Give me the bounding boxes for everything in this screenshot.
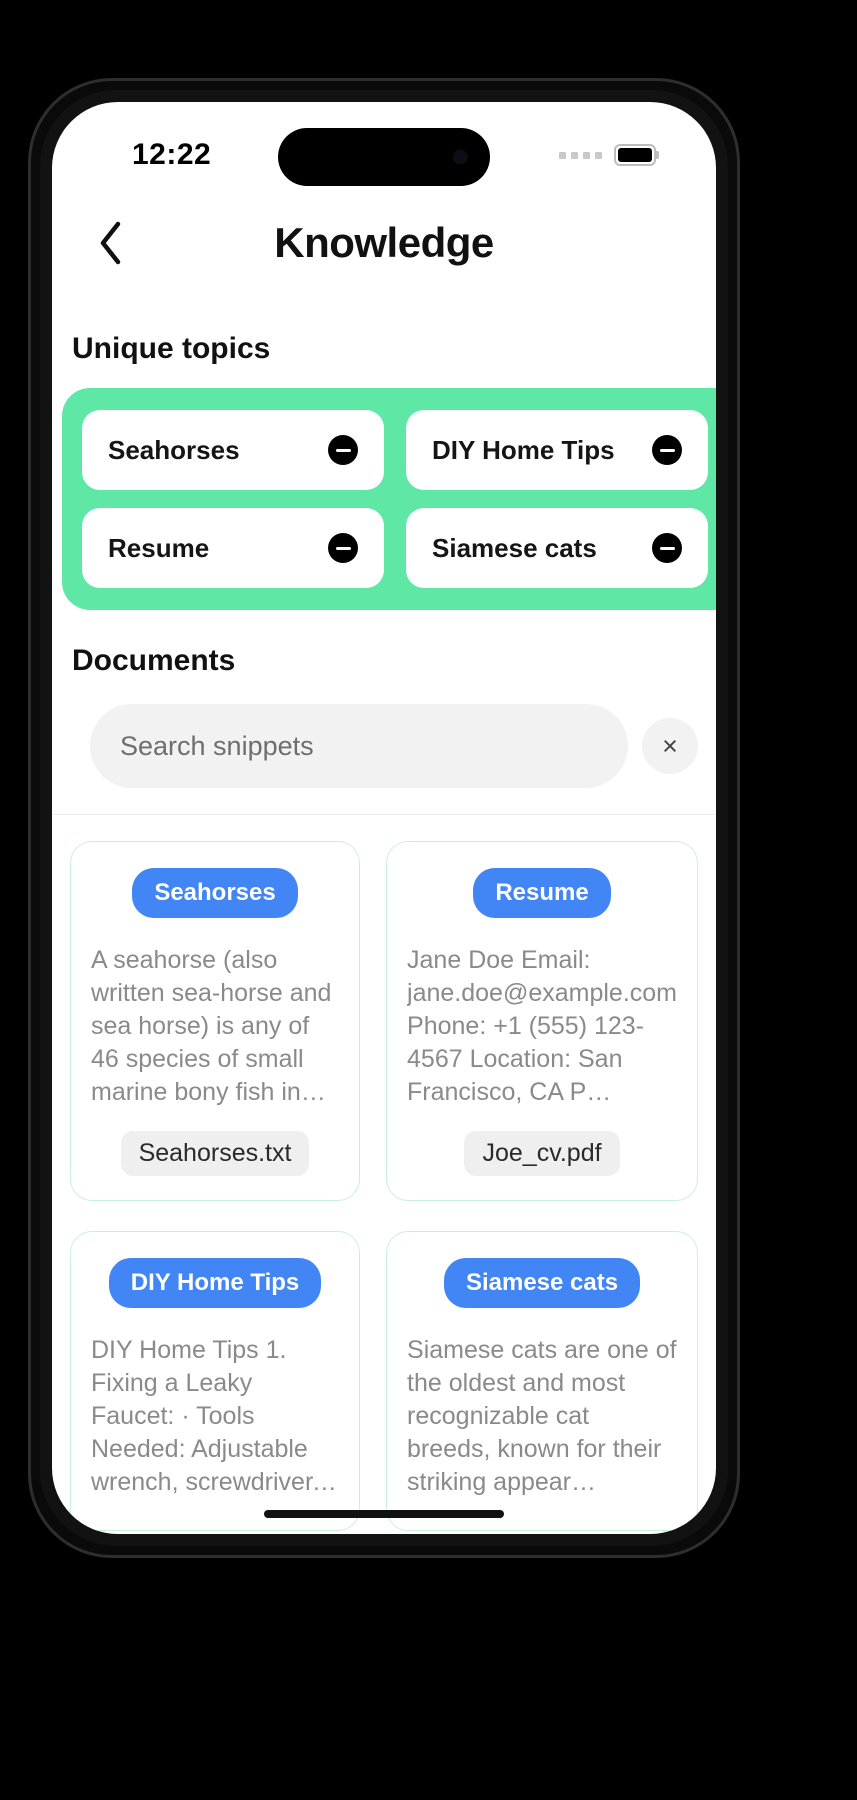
document-snippet: DIY Home Tips 1. Fixing a Leaky Faucet: … (91, 1336, 319, 1496)
document-topic-badge: Seahorses (132, 868, 298, 918)
document-topic-badge: DIY Home Tips (108, 1258, 322, 1308)
topic-chip[interactable]: Resume (82, 508, 384, 588)
dynamic-island (278, 128, 490, 186)
navigation-bar: Knowledge (52, 188, 716, 298)
topic-label: Seahorses (108, 434, 240, 465)
page-title: Knowledge (274, 219, 494, 266)
document-filename: Seahorses.txt (120, 1131, 310, 1176)
topic-chip[interactable]: Siamese cats (406, 508, 708, 588)
home-indicator[interactable] (264, 1510, 504, 1518)
signal-dots-icon (559, 151, 602, 159)
status-bar: 12:22 (52, 102, 716, 188)
chevron-left-icon (97, 221, 123, 265)
topic-label: DIY Home Tips (432, 434, 615, 465)
back-button[interactable] (82, 215, 138, 271)
document-card[interactable]: DIY Home Tips DIY Home Tips 1. Fixing a … (70, 1231, 361, 1531)
screenshot-stage: 12:22 Knowledge Unique topics Seahorses … (0, 0, 857, 1800)
minus-circle-icon[interactable] (328, 435, 358, 465)
topic-label: Resume (108, 532, 210, 563)
search-input[interactable] (90, 704, 628, 788)
topic-chip[interactable]: Seahorses (82, 410, 384, 490)
document-snippet: Siamese cats are one of the oldest and m… (407, 1336, 677, 1496)
status-indicators (559, 144, 656, 166)
minus-circle-icon[interactable] (652, 435, 682, 465)
document-card[interactable]: Siamese cats Siamese cats are one of the… (386, 1231, 698, 1531)
search-row: × (52, 704, 716, 788)
battery-icon (614, 144, 656, 166)
unique-topics-heading: Unique topics (72, 332, 271, 365)
status-time: 12:22 (132, 138, 212, 171)
unique-topics-panel: Seahorses DIY Home Tips Resume Siamese c… (62, 388, 716, 610)
front-camera-icon (453, 149, 468, 165)
clear-search-button[interactable]: × (642, 718, 698, 774)
battery-fill (618, 148, 652, 162)
document-snippet: A seahorse (also written sea-horse and s… (91, 946, 332, 1106)
documents-heading: Documents (72, 644, 236, 677)
topic-chip[interactable]: DIY Home Tips (406, 410, 708, 490)
document-topic-badge: Resume (473, 868, 611, 918)
document-snippet: Jane Doe Email: jane.doe@example.com Pho… (407, 946, 677, 1106)
topic-label: Siamese cats (432, 532, 597, 563)
document-card[interactable]: Seahorses A seahorse (also written sea-h… (70, 841, 361, 1201)
phone-screen: 12:22 Knowledge Unique topics Seahorses … (52, 102, 716, 1534)
document-filename: Joe_cv.pdf (464, 1131, 620, 1176)
documents-grid: Seahorses A seahorse (also written sea-h… (52, 841, 716, 1531)
minus-circle-icon[interactable] (652, 533, 682, 563)
document-topic-badge: Siamese cats (443, 1258, 641, 1308)
search-divider (52, 814, 716, 815)
minus-circle-icon[interactable] (328, 533, 358, 563)
document-card[interactable]: Resume Jane Doe Email: jane.doe@example.… (386, 841, 698, 1201)
